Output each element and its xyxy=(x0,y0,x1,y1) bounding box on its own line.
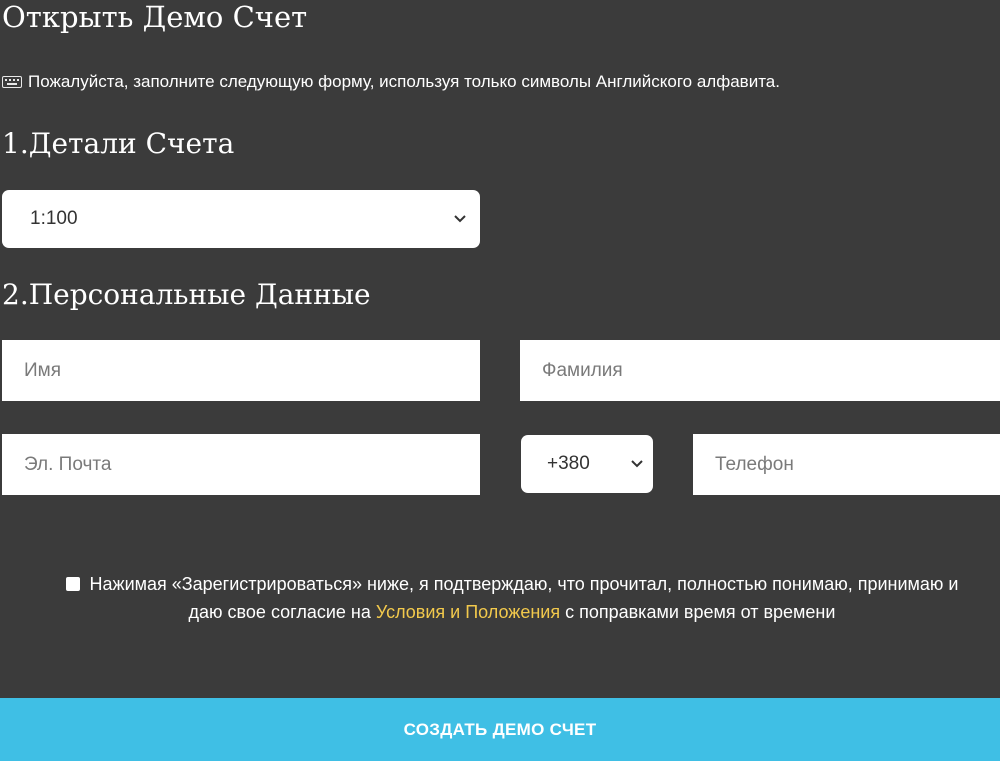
keyboard-icon xyxy=(2,76,22,88)
chevron-down-icon xyxy=(629,456,645,472)
page-title: Открыть Демо Счет xyxy=(2,0,308,34)
email-placeholder: Эл. Почта xyxy=(24,453,112,475)
terms-link[interactable]: Условия и Положения xyxy=(376,602,560,622)
phone-field[interactable]: Телефон xyxy=(693,434,1000,495)
email-field[interactable]: Эл. Почта xyxy=(2,434,480,495)
phone-code-value: +380 xyxy=(547,453,590,474)
consent-text-after: с поправками время от времени xyxy=(560,602,836,622)
first-name-placeholder: Имя xyxy=(24,359,62,381)
section-heading-account-details: 1.Детали Счета xyxy=(2,127,235,160)
first-name-field[interactable]: Имя xyxy=(2,340,480,401)
phone-placeholder: Телефон xyxy=(715,453,794,475)
form-notice: Пожалуйста, заполните следующую форму, и… xyxy=(2,71,780,93)
leverage-select[interactable]: 1:100 xyxy=(2,190,480,248)
section-heading-personal-data: 2.Персональные Данные xyxy=(2,278,371,311)
chevron-down-icon xyxy=(452,211,468,227)
phone-code-select[interactable]: +380 xyxy=(521,435,653,493)
leverage-select-value: 1:100 xyxy=(30,208,78,229)
consent-checkbox[interactable] xyxy=(65,577,80,591)
last-name-placeholder: Фамилия xyxy=(542,359,623,381)
last-name-field[interactable]: Фамилия xyxy=(520,340,1000,401)
form-notice-text: Пожалуйста, заполните следующую форму, и… xyxy=(28,72,780,91)
consent-block: Нажимая «Зарегистрироваться» ниже, я под… xyxy=(52,570,972,626)
create-demo-account-button[interactable]: СОЗДАТЬ ДЕМО СЧЕТ xyxy=(0,698,1000,761)
